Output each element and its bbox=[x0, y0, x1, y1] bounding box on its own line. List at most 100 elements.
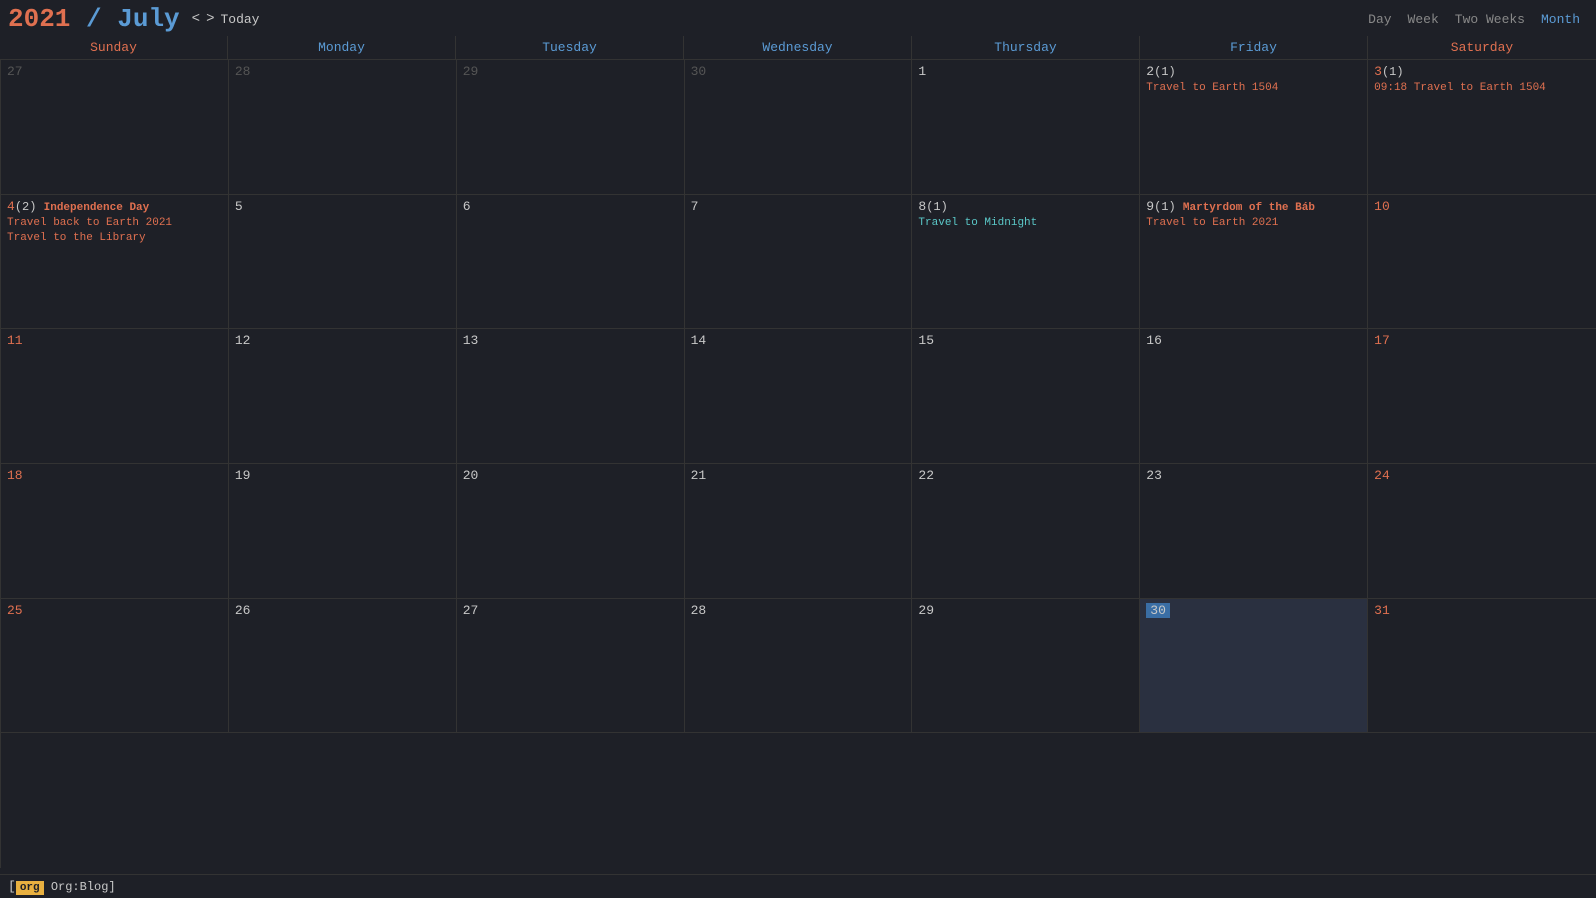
cal-day-jul21[interactable]: 21 bbox=[685, 464, 913, 599]
day-number: 22 bbox=[918, 468, 934, 483]
cal-day-jul5[interactable]: 5 bbox=[229, 195, 457, 330]
event-travel-back-2021[interactable]: Travel back to Earth 2021 bbox=[7, 216, 222, 231]
cal-day-jul24[interactable]: 24 bbox=[1368, 464, 1596, 599]
event-travel-midnight[interactable]: Travel to Midnight bbox=[918, 216, 1133, 231]
day-number: 9 bbox=[1146, 199, 1154, 214]
cal-day-jul14[interactable]: 14 bbox=[685, 329, 913, 464]
header-saturday: Saturday bbox=[1368, 36, 1596, 59]
day-number: 17 bbox=[1374, 333, 1390, 348]
view-day[interactable]: Day bbox=[1368, 12, 1391, 27]
cal-day-jul8[interactable]: 8 (1) Travel to Midnight bbox=[912, 195, 1140, 330]
event-count: (2) bbox=[15, 200, 44, 214]
event-count: (1) bbox=[1154, 65, 1176, 79]
day-number: 6 bbox=[463, 199, 471, 214]
day-number: 29 bbox=[463, 64, 479, 79]
event-count: (1) bbox=[1154, 200, 1183, 214]
day-number: 24 bbox=[1374, 468, 1390, 483]
cal-day-jul9[interactable]: 9 (1) Martyrdom of the Báb Travel to Ear… bbox=[1140, 195, 1368, 330]
event-travel-earth-1504-sat[interactable]: 09:18 Travel to Earth 1504 bbox=[1374, 81, 1590, 96]
event-travel-library[interactable]: Travel to the Library bbox=[7, 231, 222, 246]
day-number-today: 30 bbox=[1146, 603, 1170, 618]
cal-day-jul28[interactable]: 28 bbox=[685, 599, 913, 734]
cal-day-jul31[interactable]: 31 bbox=[1368, 599, 1596, 734]
day-number: 10 bbox=[1374, 199, 1390, 214]
view-two-weeks[interactable]: Two Weeks bbox=[1455, 12, 1525, 27]
day-number: 11 bbox=[7, 333, 23, 348]
cal-day-jul11[interactable]: 11 bbox=[1, 329, 229, 464]
cal-day-jul7[interactable]: 7 bbox=[685, 195, 913, 330]
day-number: 12 bbox=[235, 333, 251, 348]
cal-day-jul20[interactable]: 20 bbox=[457, 464, 685, 599]
footer-bracket-open: [ bbox=[8, 879, 16, 894]
cal-day-jul12[interactable]: 12 bbox=[229, 329, 457, 464]
cal-day-jul26[interactable]: 26 bbox=[229, 599, 457, 734]
cal-day-jul17[interactable]: 17 bbox=[1368, 329, 1596, 464]
cal-day-jul15[interactable]: 15 bbox=[912, 329, 1140, 464]
event-travel-earth-1504-fri[interactable]: Travel to Earth 1504 bbox=[1146, 81, 1361, 96]
day-number: 4 bbox=[7, 199, 15, 214]
cal-day-jun27[interactable]: 27 bbox=[1, 60, 229, 195]
cal-day-jun29[interactable]: 29 bbox=[457, 60, 685, 195]
cal-day-jul4[interactable]: 4 (2) Independence Day Travel back to Ea… bbox=[1, 195, 229, 330]
day-number: 2 bbox=[1146, 64, 1154, 79]
day-number: 25 bbox=[7, 603, 23, 618]
cal-day-jul2[interactable]: 2 (1) Travel to Earth 1504 bbox=[1140, 60, 1368, 195]
next-button[interactable]: > bbox=[206, 11, 214, 27]
cal-day-jun30[interactable]: 30 bbox=[685, 60, 913, 195]
day-number: 16 bbox=[1146, 333, 1162, 348]
prev-button[interactable]: < bbox=[192, 11, 200, 27]
cal-day-jun28[interactable]: 28 bbox=[229, 60, 457, 195]
holiday-label-bab: Martyrdom of the Báb bbox=[1183, 202, 1315, 214]
header-wednesday: Wednesday bbox=[684, 36, 912, 59]
day-number: 31 bbox=[1374, 603, 1390, 618]
cal-day-jul6[interactable]: 6 bbox=[457, 195, 685, 330]
cal-day-jul1[interactable]: 1 bbox=[912, 60, 1140, 195]
cal-day-jul10[interactable]: 10 bbox=[1368, 195, 1596, 330]
day-number: 21 bbox=[691, 468, 707, 483]
month-text: July bbox=[117, 4, 179, 34]
calendar-grid: 27 28 29 30 1 2 (1) Travel to Earth 1504… bbox=[0, 60, 1596, 868]
cal-day-jul3[interactable]: 3 (1) 09:18 Travel to Earth 1504 bbox=[1368, 60, 1596, 195]
day-headers: Sunday Monday Tuesday Wednesday Thursday… bbox=[0, 36, 1596, 60]
day-number: 14 bbox=[691, 333, 707, 348]
calendar-title: 2021 / July bbox=[8, 4, 180, 34]
day-number: 3 bbox=[1374, 64, 1382, 79]
cal-day-jul16[interactable]: 16 bbox=[1140, 329, 1368, 464]
header-thursday: Thursday bbox=[912, 36, 1140, 59]
view-switcher: Day Week Two Weeks Month bbox=[1368, 12, 1588, 27]
cal-day-jul13[interactable]: 13 bbox=[457, 329, 685, 464]
event-travel-earth-2021[interactable]: Travel to Earth 2021 bbox=[1146, 216, 1361, 231]
cal-day-jul23[interactable]: 23 bbox=[1140, 464, 1368, 599]
header-friday: Friday bbox=[1140, 36, 1368, 59]
event-count: (1) bbox=[1382, 65, 1404, 79]
view-month[interactable]: Month bbox=[1541, 12, 1580, 27]
view-week[interactable]: Week bbox=[1408, 12, 1439, 27]
cal-day-jul18[interactable]: 18 bbox=[1, 464, 229, 599]
day-number: 5 bbox=[235, 199, 243, 214]
year-text: 2021 bbox=[8, 4, 70, 34]
cal-day-jul19[interactable]: 19 bbox=[229, 464, 457, 599]
day-number: 23 bbox=[1146, 468, 1162, 483]
day-number: 28 bbox=[691, 603, 707, 618]
header-sunday: Sunday bbox=[0, 36, 228, 59]
header-tuesday: Tuesday bbox=[456, 36, 684, 59]
day-number: 20 bbox=[463, 468, 479, 483]
holiday-label: Independence Day bbox=[44, 202, 150, 214]
nav-buttons: < > Today bbox=[192, 11, 260, 27]
day-number: 19 bbox=[235, 468, 251, 483]
day-number: 29 bbox=[918, 603, 934, 618]
footer: [org Org:Blog] bbox=[0, 874, 1596, 898]
cal-day-jul27[interactable]: 27 bbox=[457, 599, 685, 734]
day-number: 1 bbox=[918, 64, 926, 79]
day-number: 13 bbox=[463, 333, 479, 348]
cal-day-jul25[interactable]: 25 bbox=[1, 599, 229, 734]
cal-day-jul30-today[interactable]: 30 bbox=[1140, 599, 1368, 734]
day-number: 18 bbox=[7, 468, 23, 483]
cal-day-jul22[interactable]: 22 bbox=[912, 464, 1140, 599]
day-number: 15 bbox=[918, 333, 934, 348]
cal-day-jul29[interactable]: 29 bbox=[912, 599, 1140, 734]
day-number: 26 bbox=[235, 603, 251, 618]
footer-tag[interactable]: org bbox=[16, 881, 44, 895]
today-button[interactable]: Today bbox=[220, 12, 259, 27]
day-number: 27 bbox=[463, 603, 479, 618]
